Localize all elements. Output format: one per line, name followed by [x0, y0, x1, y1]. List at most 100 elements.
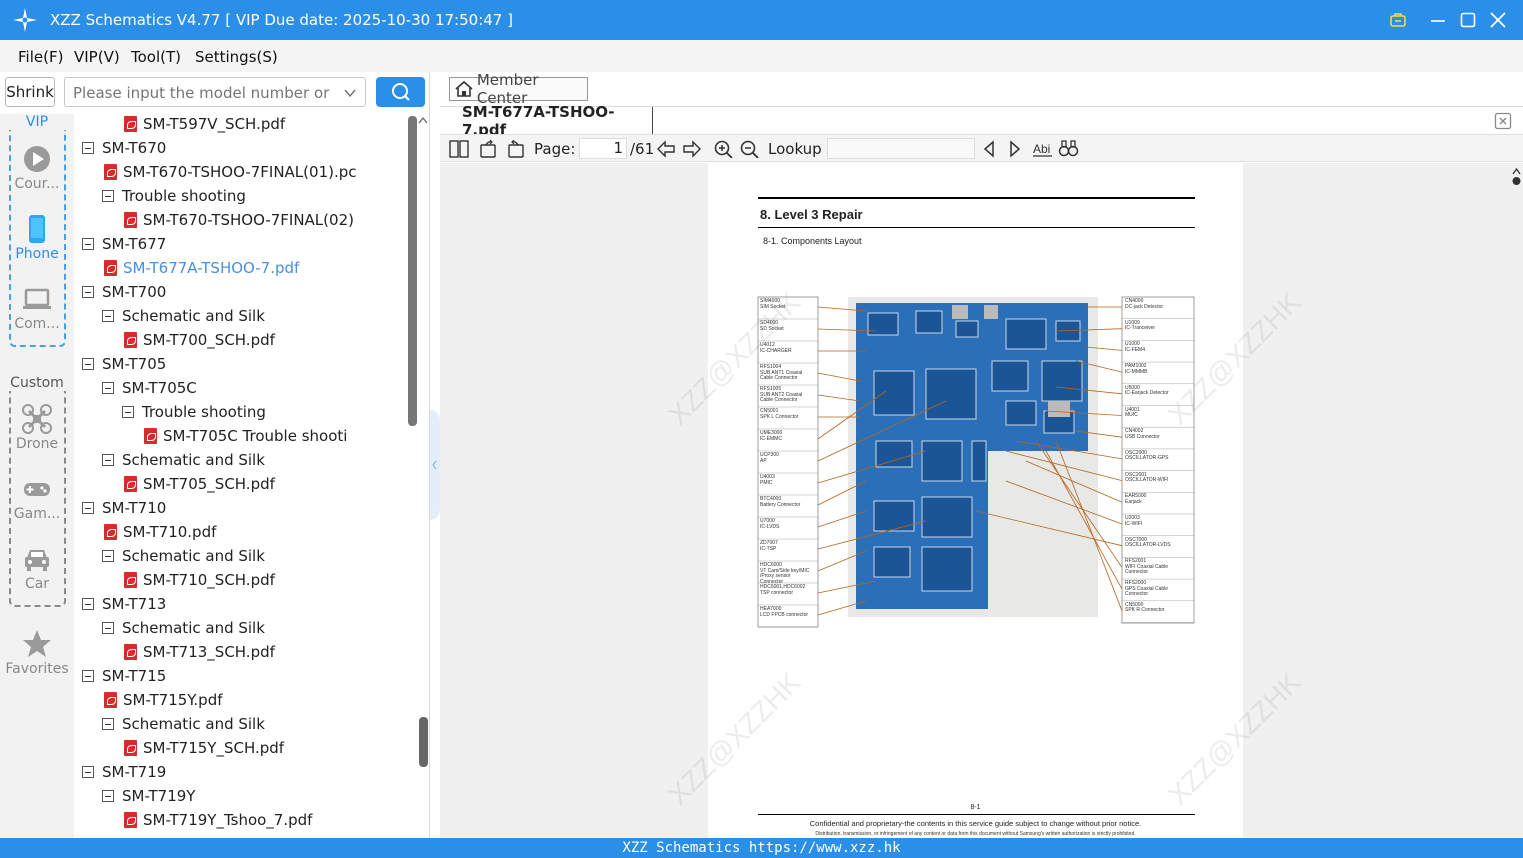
collapse-toggle-icon[interactable]: [82, 358, 94, 370]
category-phone[interactable]: Phone: [0, 214, 74, 262]
collapse-toggle-icon[interactable]: [82, 286, 94, 298]
tree-file-node[interactable]: SM-T670-TSHOO-7FINAL(02): [124, 208, 354, 232]
match-case-icon[interactable]: Abi: [1032, 140, 1054, 158]
menu-file[interactable]: File(F): [18, 48, 63, 66]
model-tree: SM-T597V_SCH.pdf SM-T670 SM-T670-TSHOO-7FI…: [74, 112, 419, 838]
menu-vip[interactable]: VIP(V): [74, 48, 120, 66]
collapse-toggle-icon[interactable]: [102, 382, 114, 394]
collapse-toggle-icon[interactable]: [102, 790, 114, 802]
tab-active-document[interactable]: SM-T677A-TSHOO-7.pdf: [448, 103, 653, 139]
tree-folder-node[interactable]: SM-T670: [82, 136, 166, 160]
secondary-scrollbar-thumb[interactable]: [419, 717, 428, 767]
tree-file-node[interactable]: SM-T700_SCH.pdf: [124, 328, 275, 352]
tree-file-node[interactable]: SM-T715Y.pdf: [104, 688, 223, 712]
menu-settings[interactable]: Settings(S): [195, 48, 278, 66]
rotate-left-icon[interactable]: [506, 140, 526, 158]
tree-folder-node[interactable]: Trouble shooting: [122, 400, 266, 424]
collapse-toggle-icon[interactable]: [102, 622, 114, 634]
tree-node-label: Schematic and Silk: [122, 715, 265, 733]
panel-splitter-handle[interactable]: [430, 410, 440, 520]
tree-folder-node[interactable]: SM-T710: [82, 496, 166, 520]
callout-label-left: HDC6001,HDC6002 TSP connector: [760, 584, 806, 596]
category-drone[interactable]: Drone: [0, 404, 74, 452]
tree-folder-node[interactable]: SM-T705C: [102, 376, 197, 400]
tree-file-node[interactable]: SM-T677A-TSHOO-7.pdf: [104, 256, 299, 280]
collapse-toggle-icon[interactable]: [82, 670, 94, 682]
collapse-toggle-icon[interactable]: [82, 766, 94, 778]
tree-folder-node[interactable]: SM-T715: [82, 664, 166, 688]
menu-tool[interactable]: Tool(T): [131, 48, 181, 66]
pcb-chip-shield: [873, 500, 915, 532]
collapse-toggle-icon[interactable]: [102, 310, 114, 322]
tree-folder-node[interactable]: SM-T719: [82, 760, 166, 784]
pdf-canvas[interactable]: 8. Level 3 Repair 8-1. Components Layout…: [440, 163, 1523, 838]
tree-file-node[interactable]: SM-T670-TSHOO-7FINAL(01).pc: [104, 160, 357, 184]
collapse-toggle-icon[interactable]: [102, 190, 114, 202]
next-page-icon[interactable]: [682, 140, 702, 158]
shrink-button[interactable]: Shrink: [5, 77, 55, 107]
find-previous-icon[interactable]: [982, 140, 996, 158]
tree-file-node[interactable]: SM-T597V_SCH.pdf: [124, 112, 285, 136]
close-icon[interactable]: [1486, 8, 1510, 32]
tree-folder-node[interactable]: Schematic and Silk: [102, 544, 265, 568]
tree-folder-node[interactable]: Schematic and Silk: [102, 448, 265, 472]
viewer-scrollbar[interactable]: [1511, 163, 1522, 838]
search-input[interactable]: [73, 83, 335, 103]
find-next-icon[interactable]: [1008, 140, 1022, 158]
collapse-toggle-icon[interactable]: [102, 550, 114, 562]
tree-folder-node[interactable]: Schematic and Silk: [102, 304, 265, 328]
model-search-box[interactable]: [64, 77, 366, 107]
collapse-toggle-icon[interactable]: [82, 238, 94, 250]
play-circle-icon: [24, 146, 50, 172]
collapse-toggle-icon[interactable]: [82, 502, 94, 514]
tree-file-node[interactable]: SM-T710_SCH.pdf: [124, 568, 275, 592]
collapse-toggle-icon[interactable]: [122, 406, 134, 418]
tree-folder-node[interactable]: Schematic and Silk: [102, 712, 265, 736]
category-favorites[interactable]: Favorites: [0, 629, 74, 677]
page-number-input[interactable]: 1: [579, 138, 627, 159]
vip-badge-icon[interactable]: [1386, 8, 1410, 32]
tree-folder-node[interactable]: SM-T700: [82, 280, 166, 304]
tree-node-label: SM-T670-TSHOO-7FINAL(02): [143, 211, 354, 229]
category-computer[interactable]: Com...: [0, 284, 74, 332]
tree-file-node[interactable]: SM-T715Y_SCH.pdf: [124, 736, 284, 760]
tree-file-node[interactable]: SM-T710.pdf: [104, 520, 216, 544]
minimize-icon[interactable]: [1426, 8, 1450, 32]
member-center-button[interactable]: Member Center: [449, 71, 588, 107]
tree-scrollbar-thumb[interactable]: [408, 116, 417, 426]
category-car[interactable]: Car: [0, 544, 74, 592]
collapse-toggle-icon[interactable]: [102, 718, 114, 730]
collapse-toggle-icon[interactable]: [82, 142, 94, 154]
tree-file-node[interactable]: SM-T713_SCH.pdf: [124, 640, 275, 664]
search-button[interactable]: [376, 77, 425, 107]
tree-folder-node[interactable]: SM-T713: [82, 592, 166, 616]
dual-page-icon[interactable]: [449, 140, 469, 158]
collapse-toggle-icon[interactable]: [102, 454, 114, 466]
svg-text:Abi: Abi: [1033, 142, 1050, 156]
tree-folder-node[interactable]: SM-T719Y: [102, 784, 195, 808]
collapse-toggle-icon[interactable]: [82, 598, 94, 610]
maximize-icon[interactable]: [1456, 8, 1480, 32]
rotate-right-icon[interactable]: [479, 140, 499, 158]
tree-scrollbar[interactable]: [408, 112, 428, 838]
previous-page-icon[interactable]: [656, 140, 676, 158]
close-tab-icon[interactable]: [1494, 112, 1512, 130]
chevron-down-icon[interactable]: [343, 86, 357, 100]
find-all-binoculars-icon[interactable]: [1058, 140, 1080, 158]
category-course[interactable]: Cour...: [0, 144, 74, 192]
tree-folder-node[interactable]: Schematic and Silk: [102, 616, 265, 640]
tree-file-node[interactable]: SM-T719Y_Tshoo_7.pdf: [124, 808, 312, 832]
app-logo-icon: [13, 8, 37, 32]
window-title: XZZ Schematics V4.77 [ VIP Due date: 202…: [50, 11, 513, 29]
zoom-out-icon[interactable]: [740, 140, 760, 158]
callout-label-left: RFS1005 SUB ANT2 Coaxial Cable Connector: [760, 386, 803, 403]
tree-folder-node[interactable]: SM-T677: [82, 232, 166, 256]
tree-folder-node[interactable]: SM-T705: [82, 352, 166, 376]
scroll-up-icon[interactable]: [418, 116, 428, 124]
tree-file-node[interactable]: SM-T705_SCH.pdf: [124, 472, 275, 496]
lookup-input[interactable]: [827, 138, 975, 159]
zoom-in-icon[interactable]: [714, 140, 734, 158]
category-game[interactable]: Gam...: [0, 474, 74, 522]
tree-file-node[interactable]: SM-T705C Trouble shooti: [144, 424, 347, 448]
tree-folder-node[interactable]: Trouble shooting: [102, 184, 246, 208]
